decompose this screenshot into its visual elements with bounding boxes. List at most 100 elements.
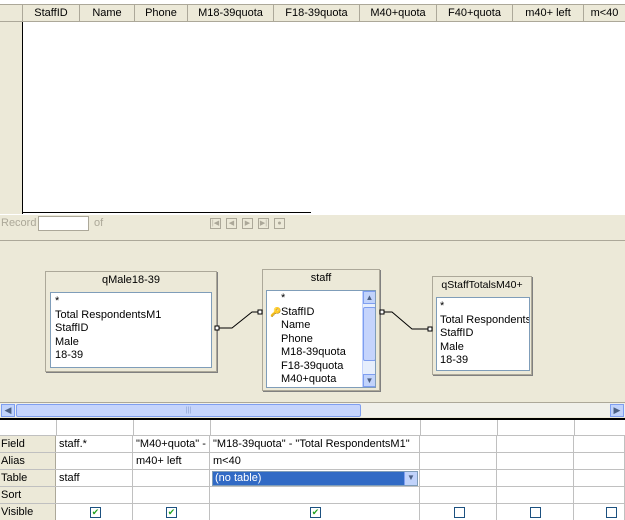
field-item[interactable]: Phone xyxy=(267,333,375,347)
column-header-staffid[interactable]: StaffID xyxy=(23,5,80,21)
previous-record-icon[interactable]: ◀ xyxy=(226,218,237,229)
table-title[interactable]: qMale18-39 xyxy=(46,272,216,289)
field-item[interactable]: StaffID xyxy=(267,306,375,320)
first-record-icon[interactable]: |◀ xyxy=(210,218,221,229)
sort-cell[interactable] xyxy=(420,487,497,503)
sort-cell[interactable] xyxy=(497,487,574,503)
table-cell[interactable] xyxy=(133,470,210,486)
field-item[interactable]: F18-39quota xyxy=(267,360,375,374)
sort-cell[interactable] xyxy=(574,487,625,503)
field-list[interactable]: * StaffID Name Phone M18-39quota F18-39q… xyxy=(266,290,376,388)
column-header-phone[interactable]: Phone xyxy=(135,5,188,21)
table-select-dropdown[interactable]: (no table) ▼ xyxy=(212,471,418,486)
criteria-column-selectors[interactable] xyxy=(0,420,625,435)
field-item[interactable]: Male xyxy=(51,336,211,350)
field-cell[interactable]: "M18-39quota" - "Total RespondentsM1" xyxy=(210,436,420,452)
grid-body[interactable] xyxy=(23,22,625,214)
relation-line-qmale-staff xyxy=(217,311,262,329)
column-header-f18-39quota[interactable]: F18-39quota xyxy=(274,5,360,21)
scroll-right-icon[interactable]: ▶ xyxy=(610,404,624,417)
field-cell[interactable] xyxy=(574,436,625,452)
result-grid: StaffID Name Phone M18-39quota F18-39quo… xyxy=(0,0,625,214)
scroll-thumb[interactable] xyxy=(363,307,375,361)
field-item[interactable]: StaffID xyxy=(51,322,211,336)
alias-cell[interactable]: m<40 xyxy=(210,453,420,469)
record-number-input[interactable] xyxy=(38,216,89,231)
table-title[interactable]: qStaffTotalsM40+ xyxy=(433,277,531,294)
column-header-mlt40[interactable]: m<40 xyxy=(584,5,625,21)
grid-divider xyxy=(23,212,311,213)
field-item[interactable]: Male xyxy=(437,341,529,355)
table-select-value: (no table) xyxy=(215,472,262,484)
grid-corner[interactable] xyxy=(0,5,23,21)
field-list-scrollbar[interactable]: ▲ ▼ xyxy=(362,291,375,387)
field-item[interactable]: 18-39 xyxy=(437,354,529,368)
alias-cell[interactable]: m40+ left xyxy=(133,453,210,469)
field-item[interactable]: 18-39 xyxy=(51,349,211,363)
visible-checkbox[interactable]: ✔ xyxy=(310,507,321,518)
query-design-area[interactable]: qMale18-39 * Total RespondentsM1 StaffID… xyxy=(0,240,625,403)
table-window-qstafftotalsm40[interactable]: qStaffTotalsM40+ * Total Respondents Sta… xyxy=(432,276,532,375)
field-item[interactable]: M18-39quota xyxy=(267,346,375,360)
table-cell[interactable] xyxy=(574,470,625,486)
row-label-field: Field xyxy=(0,436,56,452)
chevron-down-icon[interactable]: ▼ xyxy=(404,472,417,485)
field-item[interactable]: Total Respondents xyxy=(437,314,529,328)
last-record-icon[interactable]: ▶| xyxy=(258,218,269,229)
sort-cell[interactable] xyxy=(56,487,133,503)
field-item[interactable]: StaffID xyxy=(437,327,529,341)
visible-checkbox[interactable]: ✔ xyxy=(166,507,177,518)
next-record-icon[interactable]: ▶ xyxy=(242,218,253,229)
row-handles[interactable] xyxy=(0,22,23,214)
row-label-visible: Visible xyxy=(0,504,56,520)
column-header-name[interactable]: Name xyxy=(80,5,135,21)
visible-checkbox[interactable] xyxy=(606,507,617,518)
field-item[interactable]: M40+quota xyxy=(267,373,375,387)
field-item[interactable]: Name xyxy=(267,319,375,333)
sort-cell[interactable] xyxy=(133,487,210,503)
alias-cell[interactable] xyxy=(574,453,625,469)
sort-cell[interactable] xyxy=(210,487,420,503)
criteria-row-sort: Sort xyxy=(0,486,625,503)
grid-header: StaffID Name Phone M18-39quota F18-39quo… xyxy=(0,4,625,22)
primary-key-icon: 🔑 xyxy=(270,307,282,317)
field-cell[interactable]: staff.* xyxy=(56,436,133,452)
column-header-f40quota[interactable]: F40+quota xyxy=(437,5,513,21)
design-horizontal-scrollbar[interactable]: ◀ ||| ▶ xyxy=(0,402,625,417)
alias-cell[interactable] xyxy=(56,453,133,469)
visible-checkbox[interactable] xyxy=(454,507,465,518)
field-list[interactable]: * Total RespondentsM1 StaffID Male 18-39 xyxy=(50,292,212,368)
row-label-alias: Alias xyxy=(0,453,56,469)
field-item[interactable]: Total RespondentsM1 xyxy=(51,309,211,323)
field-item[interactable]: * xyxy=(267,292,375,306)
scroll-left-icon[interactable]: ◀ xyxy=(1,404,15,417)
visible-checkbox[interactable] xyxy=(530,507,541,518)
visible-checkbox[interactable]: ✔ xyxy=(90,507,101,518)
scroll-thumb[interactable]: ||| xyxy=(16,404,361,417)
criteria-row-table: Table staff (no table) ▼ xyxy=(0,469,625,486)
field-list[interactable]: * Total Respondents StaffID Male 18-39 xyxy=(436,297,530,371)
table-cell[interactable] xyxy=(420,470,497,486)
table-title[interactable]: staff xyxy=(263,270,379,287)
scroll-up-icon[interactable]: ▲ xyxy=(363,291,375,304)
column-header-m18-39quota[interactable]: M18-39quota xyxy=(188,5,274,21)
field-cell[interactable] xyxy=(420,436,497,452)
alias-cell[interactable] xyxy=(497,453,574,469)
field-cell[interactable]: "M40+quota" - xyxy=(133,436,210,452)
field-cell[interactable] xyxy=(497,436,574,452)
table-window-qmale18-39[interactable]: qMale18-39 * Total RespondentsM1 StaffID… xyxy=(45,271,217,372)
alias-cell[interactable] xyxy=(420,453,497,469)
field-item[interactable]: * xyxy=(51,295,211,309)
new-record-icon[interactable]: ● xyxy=(274,218,285,229)
column-header-m40quota[interactable]: M40+quota xyxy=(360,5,437,21)
table-cell[interactable] xyxy=(497,470,574,486)
row-label-table: Table xyxy=(0,470,56,486)
field-item[interactable]: * xyxy=(437,300,529,314)
record-label: Record xyxy=(1,217,37,229)
criteria-row-alias: Alias m40+ left m<40 xyxy=(0,452,625,469)
column-header-m40-left[interactable]: m40+ left xyxy=(513,5,584,21)
scroll-down-icon[interactable]: ▼ xyxy=(363,374,375,387)
criteria-grid: Field staff.* "M40+quota" - "M18-39quota… xyxy=(0,420,625,520)
table-window-staff[interactable]: staff * StaffID Name Phone M18-39quota F… xyxy=(262,269,380,391)
table-cell[interactable]: staff xyxy=(56,470,133,486)
